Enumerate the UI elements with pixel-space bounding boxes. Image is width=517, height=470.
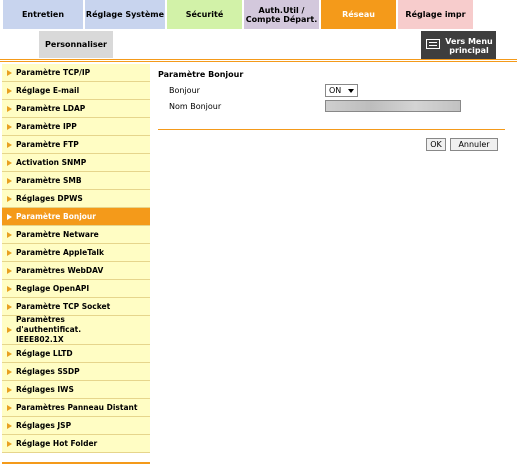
bonjour-select[interactable]: ON <box>325 84 358 97</box>
sidebar-item-webdav[interactable]: Paramètres WebDAV <box>2 262 150 280</box>
sidebar-item-label: Paramètre AppleTalk <box>16 248 104 257</box>
sidebar-item-ldap[interactable]: Paramètre LDAP <box>2 100 150 118</box>
sidebar-item-label: Paramètres d'authentificat. IEEE802.1X <box>16 315 82 344</box>
sidebar-item-lltd[interactable]: Réglage LLTD <box>2 345 150 363</box>
sidebar-item-panneau-distant[interactable]: Paramètres Panneau Distant <box>2 399 150 417</box>
chevron-down-icon <box>348 89 354 93</box>
sidebar-item-tcp-socket[interactable]: Paramètre TCP Socket <box>2 298 150 316</box>
sidebar-item-appletalk[interactable]: Paramètre AppleTalk <box>2 244 150 262</box>
sidebar-item-label: Paramètres Panneau Distant <box>16 403 138 412</box>
arrow-right-icon <box>7 303 12 310</box>
tab-auth-compte[interactable]: Auth.Util / Compte Départ. <box>244 0 319 29</box>
sidebar-item-label: Paramètre FTP <box>16 140 79 149</box>
sidebar-item-ipp[interactable]: Paramètre IPP <box>2 118 150 136</box>
sidebar-item-label: Réglages JSP <box>16 421 72 430</box>
header-divider-2 <box>0 61 517 62</box>
sidebar-item-tcpip[interactable]: Paramètre TCP/IP <box>2 64 150 82</box>
arrow-right-icon <box>7 231 12 238</box>
arrow-right-icon <box>7 159 12 166</box>
sidebar-item-ftp[interactable]: Paramètre FTP <box>2 136 150 154</box>
sidebar-item-label: Paramètre LDAP <box>16 104 86 113</box>
arrow-right-icon <box>7 422 12 429</box>
arrow-right-icon <box>7 195 12 202</box>
arrow-right-icon <box>7 404 12 411</box>
arrow-right-icon <box>7 213 12 220</box>
sidebar-item-hot-folder[interactable]: Réglage Hot Folder <box>2 435 150 453</box>
main-menu-label: Vers Menu principal <box>445 37 493 55</box>
sidebar-item-label: Réglage LLTD <box>16 349 73 358</box>
arrow-right-icon <box>7 123 12 130</box>
sidebar-item-ieee8021x[interactable]: Paramètres d'authentificat. IEEE802.1X <box>2 315 150 345</box>
sidebar-item-openapi[interactable]: Reglage OpenAPI <box>2 280 150 298</box>
sidebar-item-label: Réglage Hot Folder <box>16 439 98 448</box>
tab-securite[interactable]: Sécurité <box>167 0 242 29</box>
sidebar-item-label: Activation SNMP <box>16 158 87 167</box>
sidebar-item-label: Paramètre Netware <box>16 230 99 239</box>
sidebar-item-label: Réglage E-mail <box>16 86 80 95</box>
sidebar: Paramètre TCP/IP Réglage E-mail Paramètr… <box>2 64 150 453</box>
ok-button[interactable]: OK <box>426 138 446 151</box>
sidebar-item-smb[interactable]: Paramètre SMB <box>2 172 150 190</box>
sidebar-item-label: Paramètre TCP/IP <box>16 68 91 77</box>
sidebar-item-label: Paramètre SMB <box>16 176 82 185</box>
bonjour-label: Bonjour <box>169 86 200 95</box>
arrow-right-icon <box>7 350 12 357</box>
sidebar-item-jsp[interactable]: Réglages JSP <box>2 417 150 435</box>
nom-bonjour-label: Nom Bonjour <box>169 102 222 111</box>
tab-reglage-systeme[interactable]: Réglage Système <box>85 0 165 29</box>
sidebar-item-ssdp[interactable]: Réglages SSDP <box>2 363 150 381</box>
arrow-right-icon <box>7 105 12 112</box>
arrow-right-icon <box>7 267 12 274</box>
sidebar-item-label: Reglage OpenAPI <box>16 284 90 293</box>
arrow-right-icon <box>7 141 12 148</box>
sidebar-item-iws[interactable]: Réglages IWS <box>2 381 150 399</box>
sidebar-item-label: Réglages DPWS <box>16 194 83 203</box>
tab-reglage-impr[interactable]: Réglage impr <box>398 0 473 29</box>
sidebar-item-label: Paramètre IPP <box>16 122 77 131</box>
sidebar-item-bonjour[interactable]: Paramètre Bonjour <box>2 208 150 226</box>
sidebar-item-label: Paramètre TCP Socket <box>16 302 111 311</box>
sidebar-item-snmp[interactable]: Activation SNMP <box>2 154 150 172</box>
sidebar-item-label: Paramètres WebDAV <box>16 266 104 275</box>
arrow-right-icon <box>7 386 12 393</box>
main-menu-button[interactable]: Vers Menu principal <box>421 31 496 59</box>
page-title: Paramètre Bonjour <box>158 70 244 79</box>
arrow-right-icon <box>7 368 12 375</box>
sidebar-item-label: Paramètre Bonjour <box>16 212 96 221</box>
arrow-right-icon <box>7 69 12 76</box>
nom-bonjour-input[interactable] <box>325 100 461 112</box>
content-divider <box>158 129 505 130</box>
sidebar-item-netware[interactable]: Paramètre Netware <box>2 226 150 244</box>
sidebar-item-email[interactable]: Réglage E-mail <box>2 82 150 100</box>
tab-reseau[interactable]: Réseau <box>321 0 396 29</box>
arrow-right-icon <box>7 177 12 184</box>
arrow-right-icon <box>7 285 12 292</box>
arrow-right-icon <box>7 440 12 447</box>
sidebar-item-label: Réglages SSDP <box>16 367 80 376</box>
arrow-right-icon <box>7 249 12 256</box>
menu-icon <box>426 39 440 49</box>
bonjour-select-value: ON <box>329 86 342 95</box>
arrow-right-icon <box>7 87 12 94</box>
sidebar-item-label: Réglages IWS <box>16 385 74 394</box>
cancel-button[interactable]: Annuler <box>450 138 498 151</box>
sidebar-bottom-divider <box>2 462 150 464</box>
tab-personnaliser[interactable]: Personnaliser <box>39 31 113 58</box>
tab-entretien[interactable]: Entretien <box>3 0 83 29</box>
sidebar-item-dpws[interactable]: Réglages DPWS <box>2 190 150 208</box>
arrow-right-icon <box>7 327 12 333</box>
header-divider <box>0 59 517 60</box>
